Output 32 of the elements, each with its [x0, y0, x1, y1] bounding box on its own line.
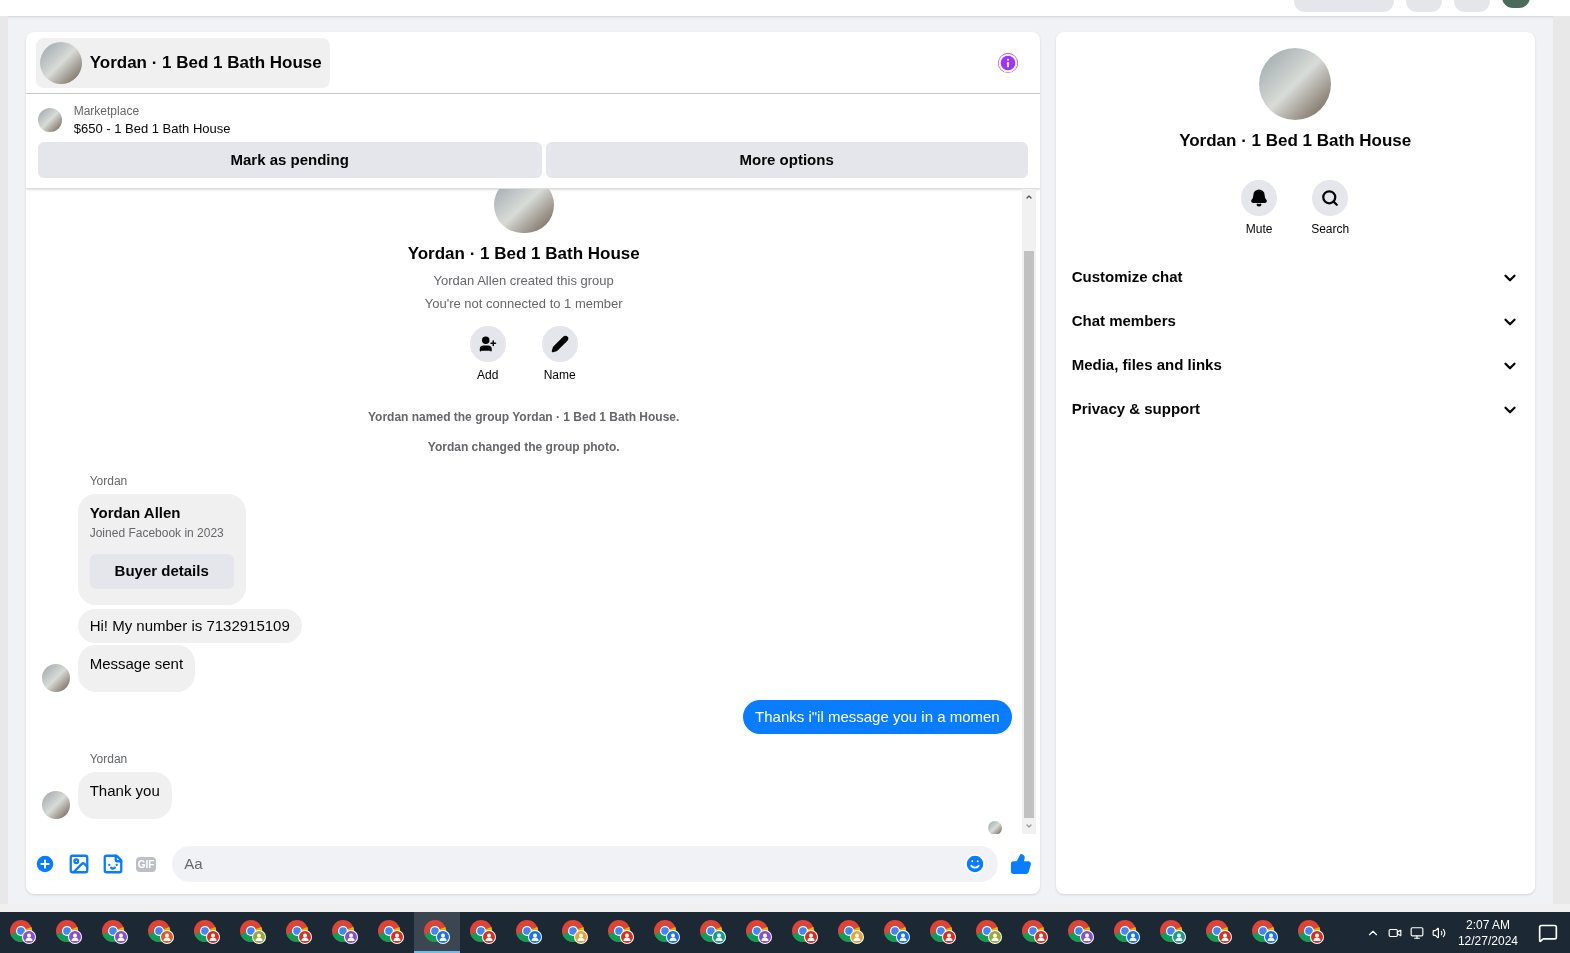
sender-name: Yordan [89, 472, 129, 490]
chat-title: Yordan · 1 Bed 1 Bath House [89, 52, 322, 75]
message-input[interactable]: Aa [184, 852, 964, 876]
details-section[interactable]: Chat members [1071, 299, 1519, 344]
chat-title-button[interactable]: Yordan · 1 Bed 1 Bath House [35, 38, 330, 88]
action-label: Search [1311, 220, 1350, 238]
details-section[interactable]: Media, files and links [1071, 343, 1519, 388]
listing-title[interactable]: $650 - 1 Bed 1 Bath House [73, 120, 231, 138]
group-title: Yordan · 1 Bed 1 Bath House [407, 243, 640, 265]
message-bubble: Thanks i"il message you in a momen [743, 699, 1012, 734]
listing-source: Marketplace [73, 103, 141, 120]
group-info-text: Yordan Allen created this group [433, 271, 614, 290]
listing-action-button[interactable]: More options [545, 142, 1028, 178]
buyer-name: Yordan Allen [89, 502, 182, 523]
action-label: Name [543, 366, 576, 384]
details-title: Yordan · 1 Bed 1 Bath House [1179, 130, 1412, 152]
message-bubble: Thank you [77, 772, 172, 819]
action-label: Add [477, 366, 499, 384]
details-section[interactable]: Privacy & support [1071, 387, 1519, 432]
group-info-text: You're not connected to 1 member [424, 295, 623, 313]
listing-action-button[interactable]: Mark as pending [37, 142, 542, 178]
system-message: Yordan named the group Yordan · 1 Bed 1 Bath House. [367, 408, 681, 426]
clock[interactable]: 2:07 AM 12/27/2024 [1453, 916, 1522, 949]
buyer-subtitle: Joined Facebook in 2023 [89, 525, 225, 542]
details-section[interactable]: Customize chat [1071, 255, 1519, 300]
sender-name: Yordan [89, 751, 129, 768]
message-bubble: Hi! My number is 7132915109 [77, 608, 302, 643]
system-message: Yordan changed the group photo. [426, 438, 621, 456]
buyer-details-button[interactable]: Buyer details [89, 554, 234, 589]
action-label: Mute [1245, 220, 1273, 238]
message-bubble: Message sent [77, 645, 196, 692]
message-field[interactable]: Aa [172, 846, 998, 882]
